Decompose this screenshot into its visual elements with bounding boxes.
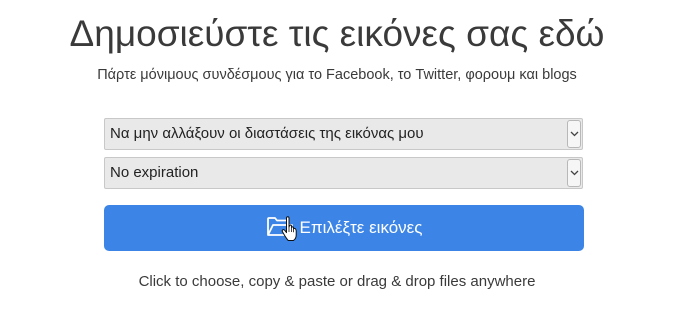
chevron-down-icon-shape [570, 131, 579, 137]
expiration-select[interactable]: No expiration [104, 157, 583, 189]
page-subtitle: Πάρτε μόνιμους συνδέσμους για το Faceboo… [97, 67, 577, 83]
expiration-select-value: No expiration [110, 164, 199, 181]
upload-hint: Click to choose, copy & paste or drag & … [138, 273, 536, 290]
upload-page: Δημοσιεύστε τις εικόνες σας εδώ Πάρτε μό… [0, 0, 674, 309]
choose-images-label: Επιλέξτε εικόνες [299, 218, 423, 237]
chevron-down-icon-shape [570, 170, 579, 176]
chevron-down-icon[interactable] [567, 120, 581, 148]
page-title: Δημοσιεύστε τις εικόνες σας εδώ [69, 13, 605, 54]
resize-select[interactable]: Να μην αλλάξουν οι διαστάσεις της εικόνα… [104, 118, 583, 150]
folder-open-icon [266, 216, 294, 238]
choose-images-button-content[interactable]: Επιλέξτε εικόνες [104, 205, 584, 251]
chevron-down-icon[interactable] [567, 159, 581, 187]
choose-images-button[interactable]: Επιλέξτε εικόνες [104, 205, 584, 251]
resize-select-value: Να μην αλλάξουν οι διαστάσεις της εικόνα… [110, 125, 424, 142]
